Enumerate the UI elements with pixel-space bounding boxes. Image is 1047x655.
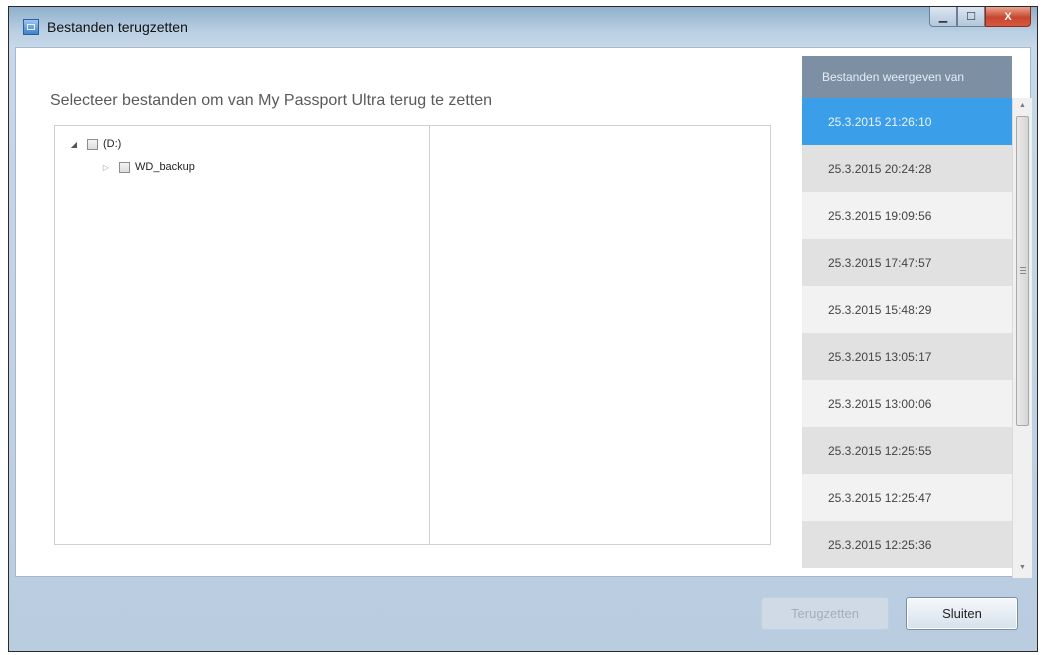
scroll-up-icon[interactable]: ▲ xyxy=(1013,98,1032,114)
drive-checkbox[interactable] xyxy=(87,138,98,150)
title-bar[interactable]: Bestanden terugzetten ▁ ☐ X xyxy=(9,7,1037,47)
content-area: Selecteer bestanden om van My Passport U… xyxy=(15,47,1032,578)
backup-date-list: 25.3.2015 21:26:10 25.3.2015 20:24:28 25… xyxy=(802,98,1012,568)
collapse-arrow-icon[interactable]: ◢ xyxy=(69,140,79,149)
maximize-icon: ☐ xyxy=(966,11,976,23)
maximize-button[interactable]: ☐ xyxy=(957,7,985,27)
backup-dates-sidebar: Bestanden weergeven van 25.3.2015 21:26:… xyxy=(802,48,1032,578)
file-list-panel[interactable] xyxy=(429,125,771,545)
app-icon xyxy=(23,19,39,35)
restore-files-window: Bestanden terugzetten ▁ ☐ X Selecteer be… xyxy=(8,6,1038,652)
backup-date-item[interactable]: 25.3.2015 12:25:47 xyxy=(802,474,1012,521)
tree-node-label: WD_backup xyxy=(135,161,195,173)
backup-date-item[interactable]: 25.3.2015 13:00:06 xyxy=(802,380,1012,427)
expand-arrow-icon[interactable]: ▷ xyxy=(101,163,111,172)
close-button[interactable]: Sluiten xyxy=(906,597,1018,630)
sidebar-header: Bestanden weergeven van xyxy=(802,56,1012,98)
scroll-thumb[interactable] xyxy=(1016,116,1029,426)
minimize-button[interactable]: ▁ xyxy=(929,7,957,27)
backup-date-item[interactable]: 25.3.2015 12:25:55 xyxy=(802,427,1012,474)
backup-date-item[interactable]: 25.3.2015 12:25:36 xyxy=(802,521,1012,568)
close-window-button[interactable]: X xyxy=(985,7,1031,27)
folder-tree-panel[interactable]: ◢ (D:) ▷ WD_backup xyxy=(54,125,430,545)
date-list-scrollbar[interactable]: ▲ ▼ xyxy=(1012,98,1032,578)
backup-date-item[interactable]: 25.3.2015 17:47:57 xyxy=(802,239,1012,286)
close-icon: X xyxy=(1004,10,1012,23)
scroll-down-icon[interactable]: ▼ xyxy=(1013,560,1032,576)
restore-button[interactable]: Terugzetten xyxy=(761,597,889,630)
dialog-footer: Terugzetten Sluiten xyxy=(15,577,1031,645)
backup-date-item[interactable]: 25.3.2015 20:24:28 xyxy=(802,145,1012,192)
folder-checkbox[interactable] xyxy=(119,161,130,173)
backup-date-item[interactable]: 25.3.2015 15:48:29 xyxy=(802,286,1012,333)
backup-date-item[interactable]: 25.3.2015 13:05:17 xyxy=(802,333,1012,380)
window-controls: ▁ ☐ X xyxy=(929,7,1031,29)
instruction-text: Selecteer bestanden om van My Passport U… xyxy=(50,92,493,109)
tree-node-label: (D:) xyxy=(103,138,122,150)
tree-node-drive[interactable]: ◢ (D:) xyxy=(69,138,121,150)
backup-date-item[interactable]: 25.3.2015 21:26:10 xyxy=(802,98,1012,145)
tree-node-folder[interactable]: ▷ WD_backup xyxy=(101,161,195,173)
window-title: Bestanden terugzetten xyxy=(47,19,188,35)
backup-date-item[interactable]: 25.3.2015 19:09:56 xyxy=(802,192,1012,239)
grip-icon xyxy=(1020,267,1026,274)
minimize-icon: ▁ xyxy=(938,11,948,23)
